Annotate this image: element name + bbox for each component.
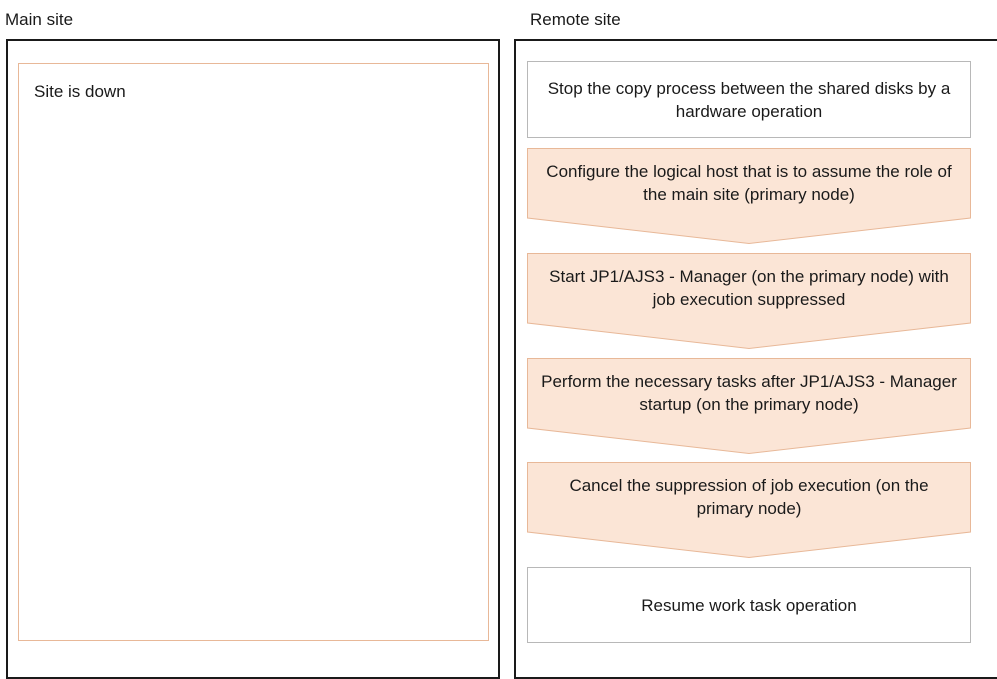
step-resume-operation-text: Resume work task operation [641, 595, 857, 615]
step-cancel-suppression: Cancel the suppression of job execution … [527, 462, 971, 559]
main-site-status-box: Site is down [18, 63, 489, 641]
step-resume-operation: Resume work task operation [527, 567, 971, 643]
main-site-status-text: Site is down [34, 82, 126, 101]
remote-site-label: Remote site [530, 10, 621, 29]
step-perform-tasks-text: Perform the necessary tasks after JP1/AJ… [541, 372, 957, 414]
step-configure-logical-host-text: Configure the logical host that is to as… [546, 162, 952, 204]
step-stop-copy-process: Stop the copy process between the shared… [527, 61, 971, 138]
step-cancel-suppression-text: Cancel the suppression of job execution … [569, 476, 929, 518]
step-start-manager-text: Start JP1/AJS3 - Manager (on the primary… [549, 267, 949, 309]
step-start-manager: Start JP1/AJS3 - Manager (on the primary… [527, 253, 971, 350]
main-site-label: Main site [5, 10, 74, 29]
step-stop-copy-process-text: Stop the copy process between the shared… [547, 78, 951, 121]
step-perform-tasks: Perform the necessary tasks after JP1/AJ… [527, 358, 971, 455]
step-configure-logical-host: Configure the logical host that is to as… [527, 148, 971, 245]
